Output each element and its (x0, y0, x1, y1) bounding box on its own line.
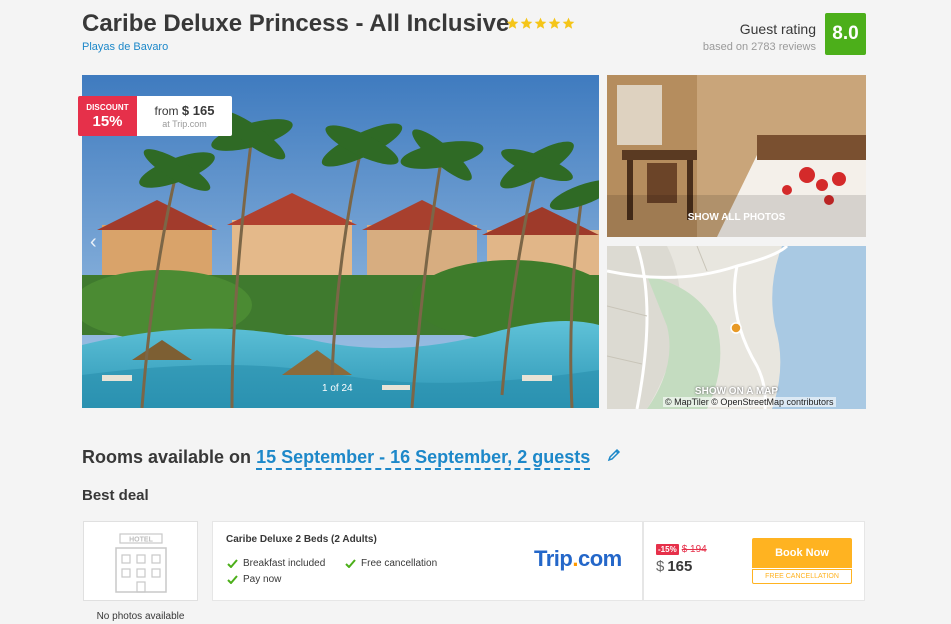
map-image (607, 246, 866, 409)
star-rating (506, 17, 575, 30)
svg-text:HOTEL: HOTEL (129, 537, 153, 544)
guest-rating-label: Guest rating (739, 21, 816, 37)
amenity-pay-now: Pay now (227, 574, 281, 585)
price-tag[interactable]: from $ 165 at Trip.com (137, 96, 232, 136)
discount-value: 15% (92, 113, 123, 130)
photo-counter: 1 of 24 (322, 383, 353, 394)
location-link[interactable]: Playas de Bavaro (82, 41, 168, 53)
star-icon (562, 17, 575, 29)
room-photo-placeholder: HOTEL (83, 521, 198, 601)
room-name: Caribe Deluxe 2 Beds (2 Adults) (226, 534, 377, 545)
checkmark-icon (227, 575, 238, 584)
reviews-count[interactable]: based on 2783 reviews (703, 41, 816, 53)
map-preview[interactable] (607, 246, 866, 409)
show-all-photos-link[interactable]: SHOW ALL PHOTOS (607, 212, 866, 223)
star-icon (548, 17, 561, 29)
amenity-breakfast: Breakfast included (227, 558, 325, 569)
dates-guests-link[interactable]: 15 September - 16 September, 2 guests (256, 447, 591, 470)
discount-label: DISCOUNT (86, 103, 129, 112)
location-pin-icon (730, 322, 742, 334)
chevron-left-icon[interactable]: ‹ (90, 231, 97, 254)
no-photos-text: No photos available (96, 611, 185, 622)
current-price: $165 (656, 558, 693, 575)
star-icon (506, 17, 519, 29)
amenity-free-cancellation: Free cancellation (345, 558, 437, 569)
show-on-map-link[interactable]: SHOW ON A MAP (607, 386, 866, 397)
discount-percent-badge: -15% (656, 544, 679, 555)
rooms-heading: Rooms available on 15 September - 16 Sep… (82, 447, 591, 470)
checkmark-icon (345, 559, 356, 568)
star-icon (534, 17, 547, 29)
book-now-button[interactable]: Book Now (752, 538, 852, 568)
free-cancellation-label: FREE CANCELLATION (752, 569, 852, 584)
old-price-row: -15% $ 194 (656, 544, 707, 555)
old-price: $ 194 (681, 544, 707, 555)
pencil-icon[interactable] (607, 448, 621, 462)
rating-badge[interactable]: 8.0 (825, 13, 866, 55)
checkmark-icon (227, 559, 238, 568)
from-price: from $ 165 (154, 103, 215, 118)
provider-logo: Trip.com (534, 546, 622, 571)
price-source: at Trip.com (162, 119, 207, 129)
star-icon (520, 17, 533, 29)
hotel-icon: HOTEL (115, 533, 167, 593)
hotel-title: Caribe Deluxe Princess - All Inclusive (82, 10, 510, 37)
discount-badge: DISCOUNT 15% (78, 96, 137, 136)
map-attribution[interactable]: © MapTiler © OpenStreetMap contributors (663, 397, 836, 407)
best-deal-heading: Best deal (82, 487, 149, 504)
